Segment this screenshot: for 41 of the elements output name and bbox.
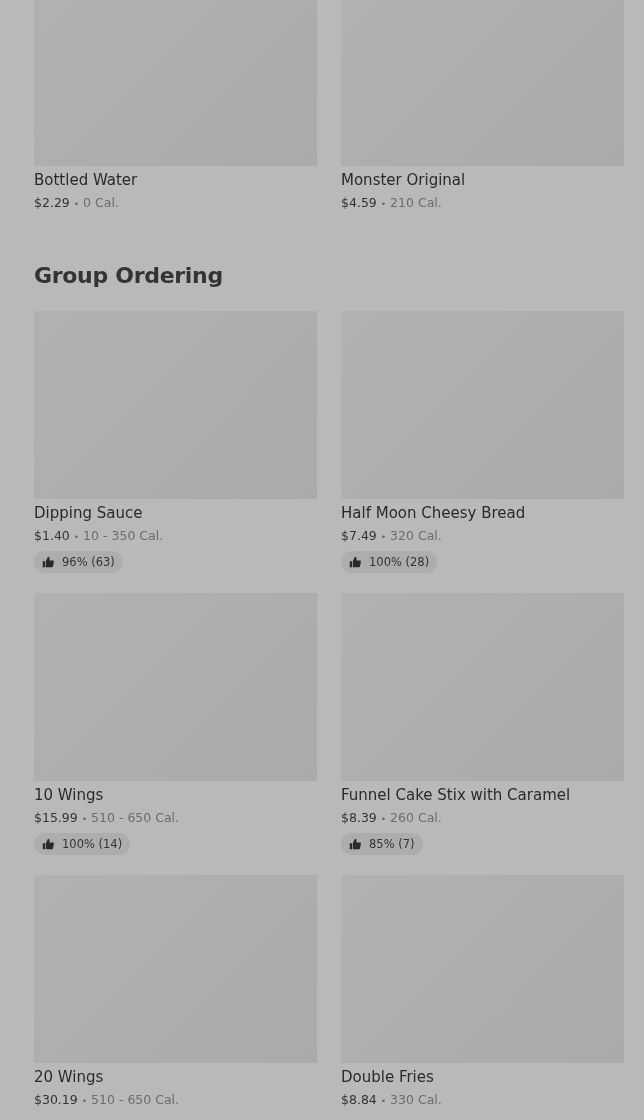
- item-name[interactable]: Funnel Cake Stix with Caramel: [341, 785, 571, 805]
- item-calories: 320 Cal.: [390, 527, 442, 545]
- separator-dot: •: [81, 813, 88, 826]
- item-name[interactable]: Bottled Water: [34, 170, 138, 190]
- item-calories: 260 Cal.: [390, 809, 442, 827]
- item-price: $2.29: [34, 194, 70, 212]
- rating-badge: 85% (7): [341, 833, 423, 855]
- item-price: $8.84: [341, 1091, 377, 1109]
- rating-badge: 100% (28): [341, 551, 438, 573]
- item-price: $30.19: [34, 1091, 78, 1109]
- thumbs-up-icon: [42, 838, 54, 850]
- rating-badge: 96% (63): [34, 551, 123, 573]
- item-name[interactable]: 20 Wings: [34, 1067, 104, 1087]
- item-calories: 510 - 650 Cal.: [91, 1091, 180, 1109]
- item-name[interactable]: Half Moon Cheesy Bread: [341, 503, 526, 523]
- thumbs-up-icon: [42, 556, 54, 568]
- item-name[interactable]: 10 Wings: [34, 785, 104, 805]
- separator-dot: •: [81, 1095, 88, 1108]
- item-name[interactable]: Double Fries: [341, 1067, 434, 1087]
- separator-dot: •: [73, 198, 80, 211]
- item-calories: 210 Cal.: [390, 194, 442, 212]
- item-name[interactable]: Monster Original: [341, 170, 466, 190]
- separator-dot: •: [380, 198, 387, 211]
- item-price: $4.59: [341, 194, 377, 212]
- section-heading: Group Ordering: [34, 262, 224, 290]
- item-price: $7.49: [341, 527, 377, 545]
- rating-badge: 100% (14): [34, 833, 131, 855]
- thumbs-up-icon: [349, 556, 361, 568]
- separator-dot: •: [380, 1095, 387, 1108]
- item-calories: 330 Cal.: [390, 1091, 442, 1109]
- separator-dot: •: [73, 531, 80, 544]
- separator-dot: •: [380, 531, 387, 544]
- item-calories: 10 - 350 Cal.: [83, 527, 164, 545]
- item-name[interactable]: Dipping Sauce: [34, 503, 143, 523]
- item-price: $1.40: [34, 527, 70, 545]
- thumbs-up-icon: [349, 838, 361, 850]
- separator-dot: •: [380, 813, 387, 826]
- item-calories: 0 Cal.: [83, 194, 119, 212]
- item-price: $15.99: [34, 809, 78, 827]
- item-calories: 510 - 650 Cal.: [91, 809, 180, 827]
- item-price: $8.39: [341, 809, 377, 827]
